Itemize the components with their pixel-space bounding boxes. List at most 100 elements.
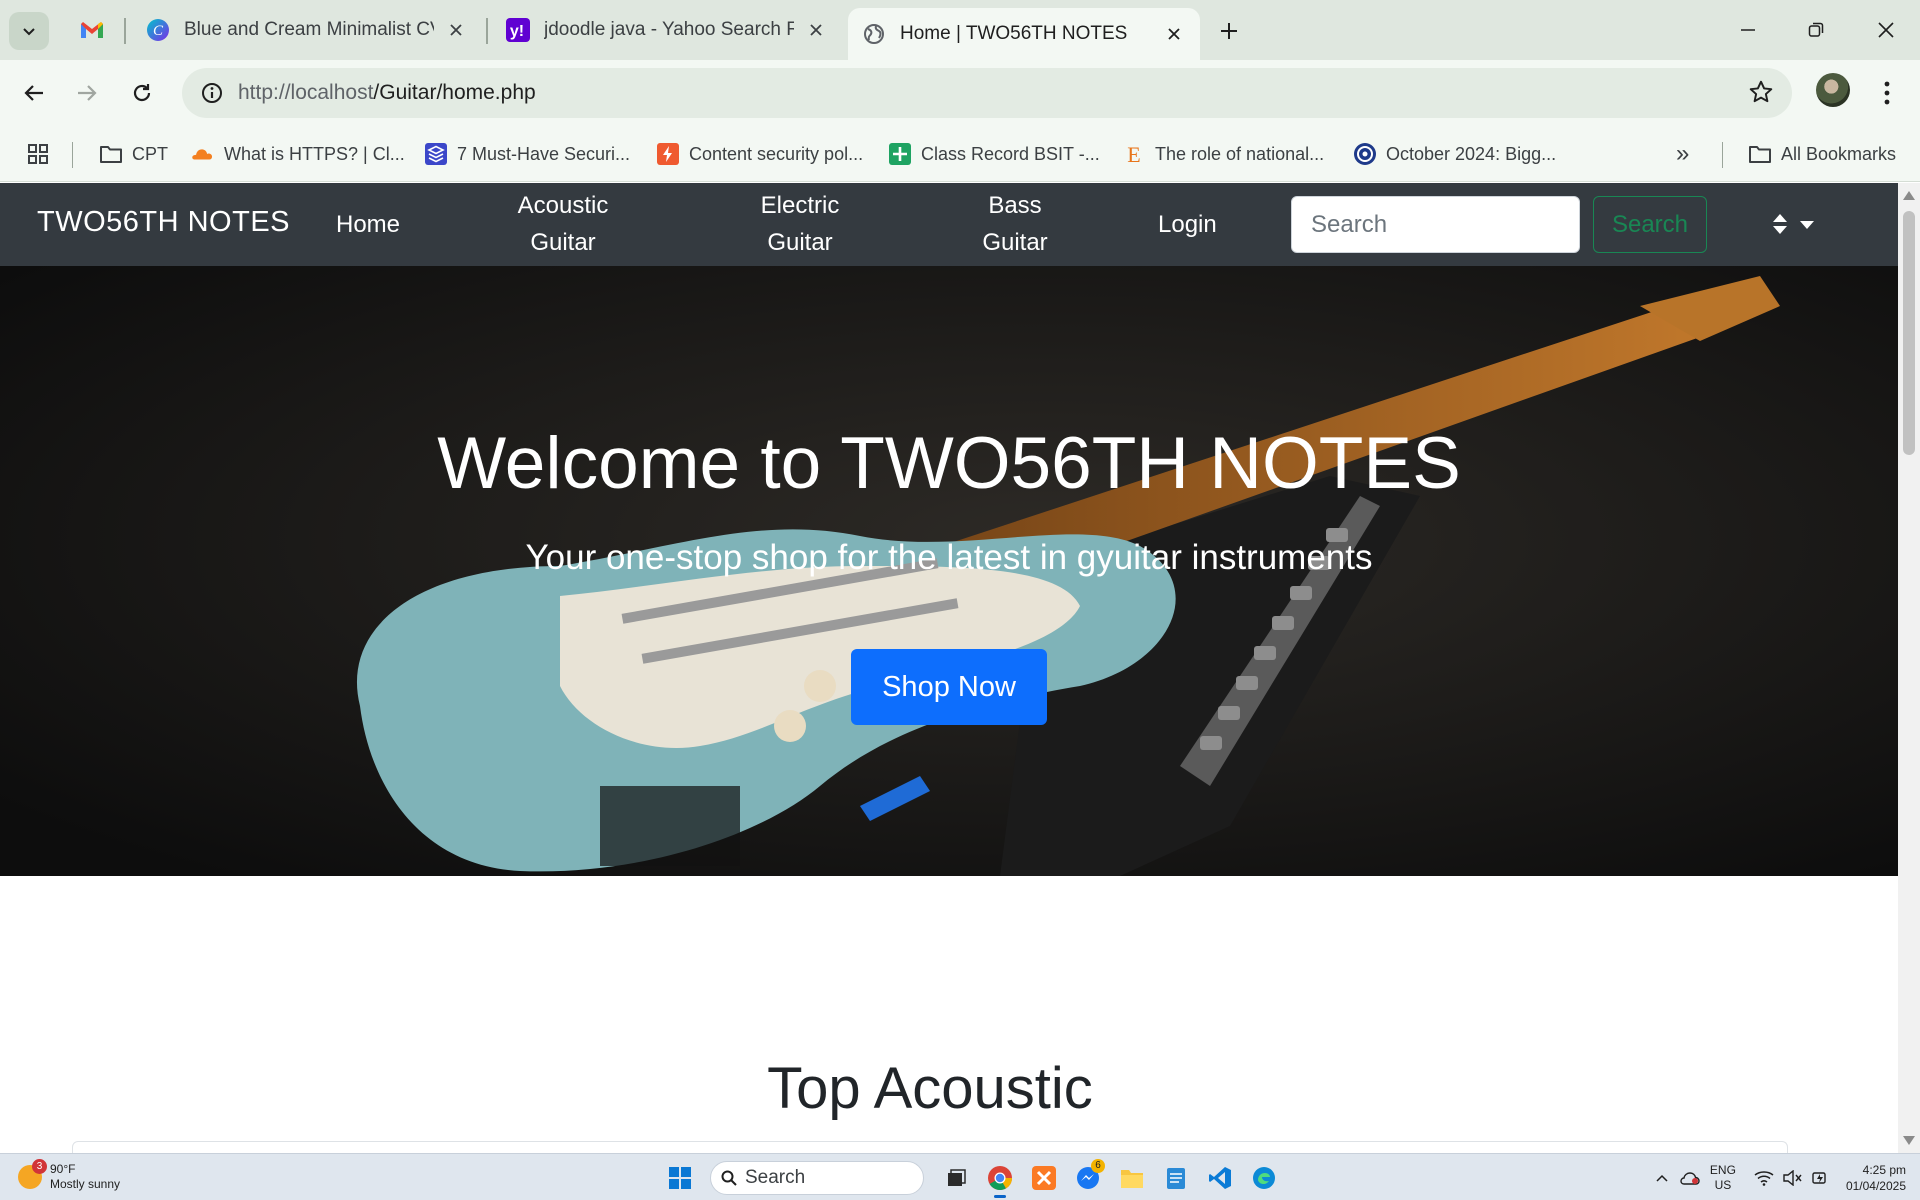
windows-start-icon: [669, 1167, 691, 1189]
start-button[interactable]: [662, 1160, 698, 1196]
file-explorer-taskbar-app[interactable]: [1114, 1160, 1150, 1196]
weather-widget[interactable]: 3 90°F Mostly sunny: [18, 1159, 120, 1192]
forward-button[interactable]: [67, 73, 107, 113]
tab-active-home[interactable]: Home | TWO56TH NOTES: [848, 8, 1200, 60]
taskbar-search[interactable]: Search: [710, 1161, 924, 1195]
profile-avatar[interactable]: [1816, 73, 1850, 107]
address-bar[interactable]: http://localhost/Guitar/home.php: [182, 68, 1792, 118]
forward-icon: [78, 85, 97, 101]
clock-date: 01/04/2025: [1845, 1179, 1906, 1193]
page-scrollbar[interactable]: [1898, 183, 1920, 1153]
notification-badge: 6: [1091, 1159, 1105, 1173]
close-icon[interactable]: [1162, 22, 1186, 46]
chevron-up-icon[interactable]: [1651, 1167, 1673, 1189]
product-card-container: [72, 1141, 1788, 1153]
language-indicator[interactable]: ENG US: [1710, 1163, 1736, 1193]
yahoo-icon: y!: [506, 18, 530, 42]
file-explorer-icon: [1121, 1170, 1143, 1188]
restore-button[interactable]: [1788, 10, 1844, 50]
theme-toggle-icon: [1773, 214, 1814, 234]
xampp-taskbar-app[interactable]: [1026, 1160, 1062, 1196]
bookmark-october[interactable]: October 2024: Bigg...: [1353, 138, 1556, 170]
cloud-sync-icon[interactable]: [1679, 1167, 1701, 1189]
shop-now-button[interactable]: Shop Now: [851, 649, 1047, 725]
sun-icon: 3: [18, 1159, 47, 1189]
theme-toggle-button[interactable]: [1772, 209, 1822, 239]
tab-yahoo[interactable]: y! jdoodle java - Yahoo Search Results: [492, 8, 842, 52]
volume-icon[interactable]: [1781, 1167, 1803, 1189]
site-brand[interactable]: TWO56TH NOTES: [37, 206, 290, 239]
bookmark-folder-cpt[interactable]: CPT: [99, 138, 168, 170]
scroll-up-icon[interactable]: [1903, 191, 1915, 200]
bookmark-label: 7 Must-Have Securi...: [457, 143, 631, 164]
tab-separator: [486, 18, 488, 44]
folder-icon: [99, 142, 123, 166]
lang-code: ENG: [1709, 1163, 1736, 1177]
restore-icon: [1808, 22, 1824, 37]
wifi-icon[interactable]: [1753, 1167, 1775, 1189]
edge-taskbar-app[interactable]: [1246, 1160, 1282, 1196]
scroll-down-icon[interactable]: [1903, 1136, 1915, 1145]
tab-search-button[interactable]: [9, 12, 49, 50]
bookmark-security[interactable]: 7 Must-Have Securi...: [424, 138, 630, 170]
gmail-icon: [80, 18, 104, 42]
star-icon[interactable]: [1748, 79, 1774, 110]
tab-separator: [124, 18, 126, 44]
browser-menu-button[interactable]: [1872, 73, 1902, 113]
clock[interactable]: 4:25 pm 01/04/2025: [1846, 1162, 1906, 1194]
bookmark-label: Class Record BSIT -...: [921, 143, 1100, 164]
e-icon: E: [1122, 142, 1146, 166]
nav-login[interactable]: Login: [1158, 206, 1217, 243]
chrome-taskbar-app[interactable]: [982, 1160, 1018, 1198]
nav-label: Electric: [760, 192, 840, 219]
nav-label: Guitar: [767, 229, 833, 256]
nav-acoustic-guitar[interactable]: Acoustic Guitar: [498, 187, 628, 261]
site-info-icon[interactable]: [192, 82, 232, 104]
chrome-icon: [988, 1166, 1012, 1191]
system-tray: ENG US 4:25 pm 01/04/2025: [1648, 1158, 1906, 1198]
svg-text:E: E: [1127, 143, 1140, 165]
close-icon[interactable]: [444, 18, 468, 42]
window-close-icon: [1878, 22, 1894, 38]
notification-badge: 3: [32, 1159, 47, 1174]
nav-electric-guitar[interactable]: Electric Guitar: [735, 187, 865, 261]
bookmark-national[interactable]: E The role of national...: [1122, 138, 1324, 170]
scrollbar-thumb[interactable]: [1903, 211, 1915, 455]
bookmark-https[interactable]: What is HTTPS? | Cl...: [191, 138, 405, 170]
tab-gmail[interactable]: [70, 8, 114, 52]
vscode-taskbar-app[interactable]: [1202, 1160, 1238, 1196]
bookmark-csp[interactable]: Content security pol...: [656, 138, 863, 170]
tab-canva[interactable]: C Blue and Cream Minimalist CV Resume: [132, 8, 482, 52]
battery-icon[interactable]: [1809, 1167, 1831, 1189]
bookmark-label: What is HTTPS? | Cl...: [224, 143, 405, 164]
site-search-button[interactable]: Search: [1593, 196, 1707, 253]
url-path: /Guitar/home.php: [373, 81, 536, 104]
nav-home[interactable]: Home: [336, 206, 400, 243]
site-search-input[interactable]: [1291, 196, 1580, 253]
clock-time: 4:25 pm: [1862, 1163, 1906, 1177]
all-bookmarks-button[interactable]: All Bookmarks: [1748, 138, 1896, 170]
nav-bass-guitar[interactable]: Bass Guitar: [965, 187, 1065, 261]
minimize-button[interactable]: [1720, 10, 1776, 50]
reload-button[interactable]: [122, 73, 162, 113]
browser-toolbar: http://localhost/Guitar/home.php: [0, 60, 1920, 126]
more-bookmarks-button[interactable]: »: [1676, 138, 1689, 170]
target-icon: [1353, 142, 1377, 166]
xampp-icon: [1032, 1166, 1056, 1190]
notepad-taskbar-app[interactable]: [1158, 1160, 1194, 1196]
close-window-button[interactable]: [1858, 10, 1914, 50]
back-button[interactable]: [14, 73, 54, 113]
stack-icon: [424, 142, 448, 166]
close-icon[interactable]: [804, 18, 828, 42]
apps-button[interactable]: [26, 138, 59, 170]
bookmark-class-record[interactable]: Class Record BSIT -...: [888, 138, 1100, 170]
taskbar-apps: Search 6: [658, 1159, 1286, 1198]
tab-title: Blue and Cream Minimalist CV Resume: [184, 19, 434, 40]
nav-label: Guitar: [530, 229, 596, 256]
new-tab-button[interactable]: [1210, 12, 1248, 50]
task-view-button[interactable]: [938, 1160, 974, 1196]
back-icon: [24, 85, 43, 101]
messenger-taskbar-app[interactable]: 6: [1070, 1159, 1106, 1196]
bookmark-label: The role of national...: [1155, 143, 1325, 164]
tab-search-icon: [23, 28, 35, 36]
